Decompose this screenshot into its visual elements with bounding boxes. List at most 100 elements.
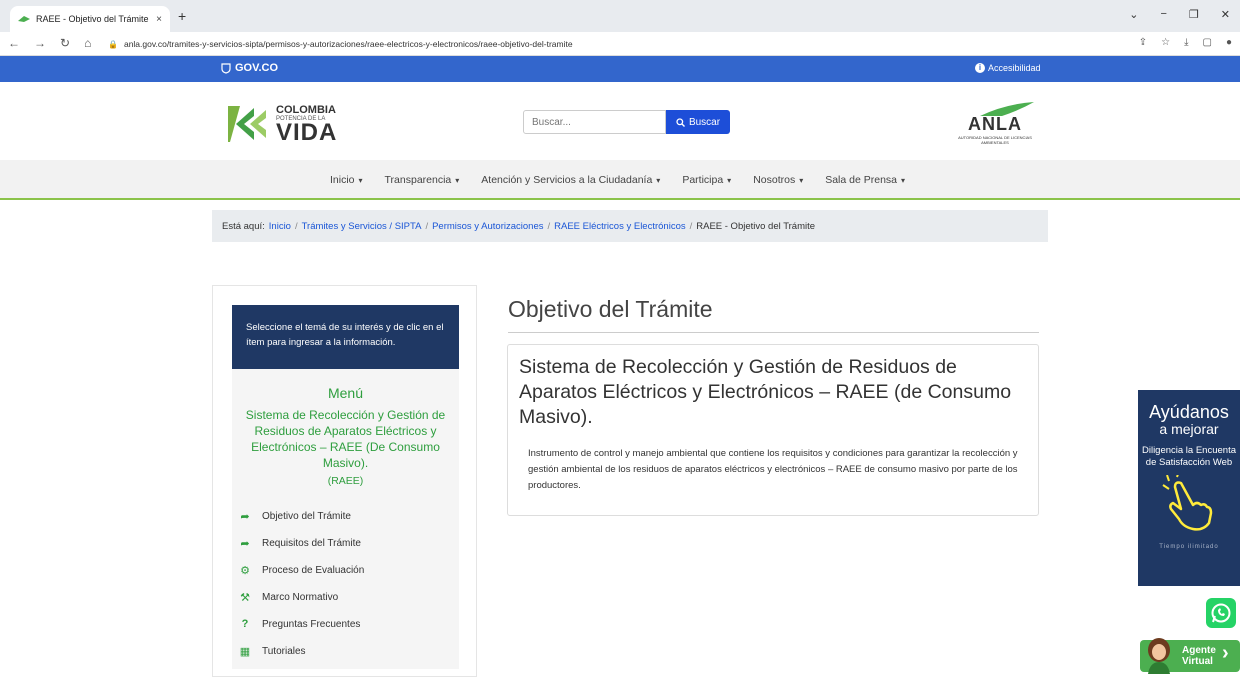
breadcrumb-current: RAEE - Objetivo del Trámite: [696, 220, 816, 232]
sidebar-item-proceso[interactable]: ⚙ Proceso de Evaluación: [238, 564, 364, 577]
bookmark-star-icon[interactable]: ☆: [1161, 37, 1170, 48]
agent-line1: Agente: [1182, 645, 1216, 656]
back-icon[interactable]: ←: [8, 36, 20, 50]
survey-line3: Diligencia la Encuenta de Satisfacción W…: [1141, 445, 1236, 468]
home-icon[interactable]: ⌂: [84, 36, 91, 50]
browser-tab[interactable]: RAEE - Objetivo del Trámite ×: [10, 6, 170, 32]
sidebar-menu-description[interactable]: Sistema de Recolección y Gestión de Resi…: [238, 407, 453, 471]
menu-item-participa[interactable]: Participa ▾: [682, 174, 731, 186]
sidebar-menu-title: Menú: [327, 385, 364, 401]
sidebar-intro: Seleccione el temá de su interés y de cl…: [232, 305, 459, 369]
breadcrumb: Está aquí: Inicio / Trámites y Servicios …: [212, 210, 1048, 242]
agent-line2: Virtual: [1182, 656, 1213, 667]
whatsapp-icon: [1211, 603, 1231, 623]
site-header: COLOMBIA POTENCIA DE LA VIDA Buscar ANLA…: [0, 82, 1240, 160]
search-form: Buscar: [523, 110, 730, 134]
grid-icon: ▦: [239, 646, 251, 658]
logo-line3: VIDA: [276, 119, 338, 146]
window-controls: ⌄ − ❐ ✕: [1129, 8, 1230, 21]
breadcrumb-link[interactable]: RAEE Eléctricos y Electrónicos: [554, 221, 685, 232]
chevron-down-icon: ▾: [455, 175, 460, 185]
main-menu-bar: Inicio ▾ Transparencia ▾ Atención y Servic…: [0, 160, 1240, 200]
chevron-down-icon: ▾: [901, 175, 906, 185]
govco-logo[interactable]: GOV.CO: [221, 62, 278, 74]
whatsapp-button[interactable]: [1206, 598, 1236, 628]
profile-icon[interactable]: ●: [1226, 37, 1232, 48]
card-title: Sistema de Recolección y Gestión de Resi…: [519, 356, 1012, 428]
sidebar-item-label: Tutoriales: [262, 646, 306, 657]
survey-line2: a mejorar: [1159, 421, 1219, 437]
menu-label: Transparencia: [384, 174, 452, 186]
new-tab-icon[interactable]: +: [178, 8, 186, 24]
survey-widget[interactable]: Ayúdanos a mejorar Diligencia la Encuent…: [1138, 390, 1240, 586]
menu-label: Atención y Servicios a la Ciudadanía: [481, 174, 653, 186]
breadcrumb-prefix: Está aquí:: [222, 220, 265, 232]
sidebar-item-label: Marco Normativo: [262, 592, 339, 603]
agent-avatar-icon: [1148, 638, 1170, 674]
survey-line4: Tiempo ilimitado: [1159, 544, 1219, 550]
tab-favicon-icon: [18, 16, 30, 22]
sidebar-item-marco[interactable]: ⚒ Marco Normativo: [238, 591, 338, 604]
sidebar-item-preguntas[interactable]: ? Preguntas Frecuentes: [238, 618, 361, 630]
pointing-hand-icon: [1162, 470, 1213, 531]
anla-subtitle: AUTORIDAD NACIONAL DE LICENCIAS AMBIENTA…: [958, 135, 1032, 145]
chevron-down-icon: ▾: [358, 175, 363, 185]
title-divider: [508, 332, 1039, 333]
window-close-icon[interactable]: ✕: [1221, 8, 1230, 21]
menu-item-transparencia[interactable]: Transparencia ▾: [385, 174, 460, 186]
gov-bar: GOV.CO i Accesibilidad: [0, 56, 1240, 82]
card-text: Instrumento de control y manejo ambienta…: [528, 448, 1018, 491]
browser-tabbar: RAEE - Objetivo del Trámite × + ⌄ − ❐ ✕: [0, 0, 1240, 32]
menu-label: Participa: [682, 174, 724, 186]
sidebar-item-label: Objetivo del Trámite: [262, 511, 351, 522]
reload-icon[interactable]: ↻: [60, 36, 70, 50]
tab-search-icon[interactable]: ⌄: [1129, 8, 1138, 21]
accessibility-label: Accesibilidad: [988, 63, 1041, 73]
download-icon[interactable]: ⤓: [1184, 37, 1188, 48]
menu-item-atencion[interactable]: Atención y Servicios a la Ciudadanía ▾: [481, 174, 660, 186]
breadcrumb-link[interactable]: Inicio: [269, 221, 291, 232]
breadcrumb-link[interactable]: Trámites y Servicios / SIPTA: [302, 221, 422, 232]
accessibility-link[interactable]: i Accesibilidad: [975, 63, 1041, 73]
colombia-logo[interactable]: COLOMBIA POTENCIA DE LA VIDA: [226, 102, 337, 146]
accessibility-icon: i: [975, 63, 985, 73]
logo-line1: COLOMBIA: [276, 104, 336, 116]
page-title: Objetivo del Trámite: [508, 296, 713, 322]
tab-close-icon[interactable]: ×: [156, 14, 162, 25]
anla-logo[interactable]: ANLA AUTORIDAD NACIONAL DE LICENCIAS AMB…: [950, 100, 1040, 145]
search-button[interactable]: Buscar: [666, 110, 730, 134]
menu-item-sala-de-prensa[interactable]: Sala de Prensa ▾: [825, 174, 905, 186]
content-card: Sistema de Recolección y Gestión de Resi…: [507, 344, 1039, 516]
tab-title: RAEE - Objetivo del Trámite: [36, 14, 149, 24]
minimize-icon[interactable]: −: [1160, 8, 1166, 21]
sidebar: Seleccione el temá de su interés y de cl…: [212, 285, 477, 677]
sidebar-menu-abbr[interactable]: (RAEE): [232, 475, 459, 487]
govco-label: GOV.CO: [235, 62, 278, 74]
menu-item-nosotros[interactable]: Nosotros ▾: [753, 174, 803, 186]
menu-label: Nosotros: [753, 174, 796, 186]
share-arrow-icon: ➦: [240, 511, 250, 523]
breadcrumb-link[interactable]: Permisos y Autorizaciones: [432, 221, 543, 232]
address-bar: ← → ↻ ⌂ 🔒 anla.gov.co/tramites-y-servici…: [0, 32, 1240, 56]
chevron-down-icon: ▾: [799, 175, 804, 185]
sidebar-item-requisitos[interactable]: ➦ Requisitos del Trámite: [238, 537, 361, 550]
sidebar-item-label: Preguntas Frecuentes: [262, 618, 361, 630]
sidebar-item-label: Requisitos del Trámite: [262, 538, 361, 549]
share-arrow-icon: ➦: [240, 538, 250, 550]
lock-icon[interactable]: 🔒: [108, 40, 118, 49]
virtual-agent-button[interactable]: Agente Virtual ›: [1132, 636, 1240, 674]
forward-icon[interactable]: →: [34, 36, 46, 50]
url-field[interactable]: 🔒 anla.gov.co/tramites-y-servicios-sipta…: [108, 35, 1108, 53]
menu-label: Sala de Prensa: [825, 174, 898, 186]
sidepanel-icon[interactable]: ▢: [1203, 37, 1212, 48]
sidebar-item-tutoriales[interactable]: ▦ Tutoriales: [238, 645, 306, 658]
menu-item-inicio[interactable]: Inicio ▾: [330, 174, 363, 186]
share-icon[interactable]: ⇪: [1139, 37, 1147, 48]
search-input[interactable]: [523, 110, 666, 134]
menu-label: Inicio: [330, 174, 355, 186]
restore-icon[interactable]: ❐: [1189, 8, 1199, 21]
sidebar-menu: Menú Sistema de Recolección y Gestión de…: [232, 369, 459, 669]
chevron-down-icon: ▾: [727, 175, 732, 185]
colombia-logo-mark-icon: [228, 106, 266, 142]
sidebar-item-objetivo[interactable]: ➦ Objetivo del Trámite: [238, 510, 351, 523]
